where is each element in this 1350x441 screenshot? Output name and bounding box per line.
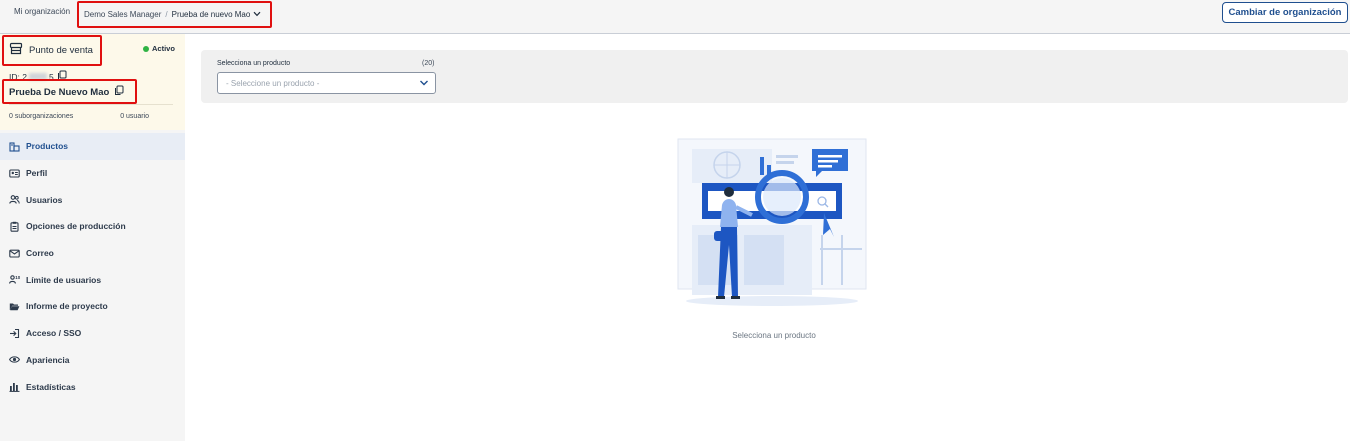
sidebar-item-usuarios[interactable]: Usuarios	[0, 186, 185, 213]
id-suffix: 5	[48, 71, 54, 82]
status-label: Activo	[152, 44, 175, 53]
sidebar-item-informe-proyecto[interactable]: Informe de proyecto	[0, 293, 185, 320]
sidebar-item-label: Perfil	[26, 168, 48, 179]
sidebar-item-estadisticas[interactable]: Estadísticas	[0, 373, 185, 400]
breadcrumb-separator: /	[165, 9, 168, 19]
breadcrumb[interactable]: Demo Sales Manager / Prueba de nuevo Mao	[80, 3, 265, 25]
user-limit-icon: 10	[9, 274, 20, 285]
suborganizations-count: 0 suborganizaciones	[9, 113, 74, 120]
bar-chart-icon	[9, 381, 20, 392]
sidebar-item-perfil[interactable]: Perfil	[0, 160, 185, 187]
empty-state-message: Selecciona un producto	[732, 331, 816, 340]
breadcrumb-current[interactable]: Prueba de nuevo Mao	[172, 10, 251, 19]
organization-name: Prueba De Nuevo Mao	[9, 85, 124, 99]
status-dot-icon	[143, 45, 149, 52]
mail-icon	[9, 248, 20, 259]
sidebar-item-correo[interactable]: Correo	[0, 240, 185, 267]
status-badge: Activo	[143, 44, 175, 53]
sidebar-item-label: Estadísticas	[26, 381, 76, 392]
clipboard-icon	[9, 221, 20, 232]
sidebar-item-label: Opciones de producción	[26, 221, 126, 232]
switch-organization-button[interactable]: Cambiar de organización	[1222, 2, 1348, 23]
organization-id: ID: 2 5	[9, 70, 67, 83]
sidebar-item-productos[interactable]: Productos	[0, 133, 185, 160]
sidebar-item-label: Correo	[26, 248, 54, 259]
users-count: 0 usuario	[120, 113, 149, 120]
organization-type: Punto de venta	[9, 42, 93, 58]
sidebar: Punto de venta Activo ID: 2 5 Prueba De …	[0, 34, 185, 441]
copy-id-icon[interactable]	[57, 70, 67, 83]
copy-name-icon[interactable]	[114, 85, 124, 99]
my-organization-label: Mi organización	[14, 7, 71, 16]
organization-counts: 0 suborganizaciones 0 usuario	[9, 113, 177, 120]
product-select-label: Selecciona un producto	[217, 60, 291, 67]
svg-text:10: 10	[15, 275, 20, 280]
product-select[interactable]: - Seleccione un producto -	[217, 72, 436, 94]
sign-in-icon	[9, 328, 20, 339]
sidebar-item-label: Límite de usuarios	[26, 274, 102, 285]
id-redacted	[28, 73, 47, 80]
chevron-down-icon[interactable]	[253, 11, 261, 17]
product-count: (20)	[422, 60, 435, 67]
sidebar-item-opciones-produccion[interactable]: Opciones de producción	[0, 213, 185, 240]
sidebar-item-label: Productos	[26, 141, 69, 152]
products-icon	[9, 141, 20, 152]
organization-card: Punto de venta Activo ID: 2 5 Prueba De …	[0, 34, 185, 130]
id-card-icon	[9, 168, 20, 179]
sidebar-item-limite-usuarios[interactable]: 10 Límite de usuarios	[0, 266, 185, 293]
folder-open-icon	[9, 301, 20, 312]
product-selector-panel: Selecciona un producto (20) - Seleccione…	[201, 50, 1348, 103]
product-select-placeholder: - Seleccione un producto -	[226, 78, 320, 88]
top-bar: Mi organización Demo Sales Manager / Pru…	[0, 0, 1350, 34]
sidebar-item-label: Apariencia	[26, 354, 70, 365]
sidebar-item-apariencia[interactable]: Apariencia	[0, 347, 185, 374]
id-prefix: ID: 2	[9, 71, 27, 82]
store-icon	[9, 42, 23, 58]
card-divider	[9, 104, 173, 105]
organization-name-label: Prueba De Nuevo Mao	[9, 86, 110, 98]
organization-type-label: Punto de venta	[29, 44, 93, 56]
breadcrumb-parent[interactable]: Demo Sales Manager	[84, 10, 161, 19]
chevron-down-icon[interactable]	[419, 79, 429, 89]
eye-icon	[9, 354, 20, 365]
sidebar-item-label: Acceso / SSO	[26, 328, 82, 339]
sidebar-item-label: Usuarios	[26, 194, 63, 205]
sidebar-nav: Productos Perfil Usuarios Opciones de pr…	[0, 133, 185, 400]
sidebar-item-label: Informe de proyecto	[26, 301, 108, 312]
empty-state-illustration	[672, 135, 872, 313]
users-icon	[9, 194, 20, 205]
sidebar-item-acceso-sso[interactable]: Acceso / SSO	[0, 320, 185, 347]
